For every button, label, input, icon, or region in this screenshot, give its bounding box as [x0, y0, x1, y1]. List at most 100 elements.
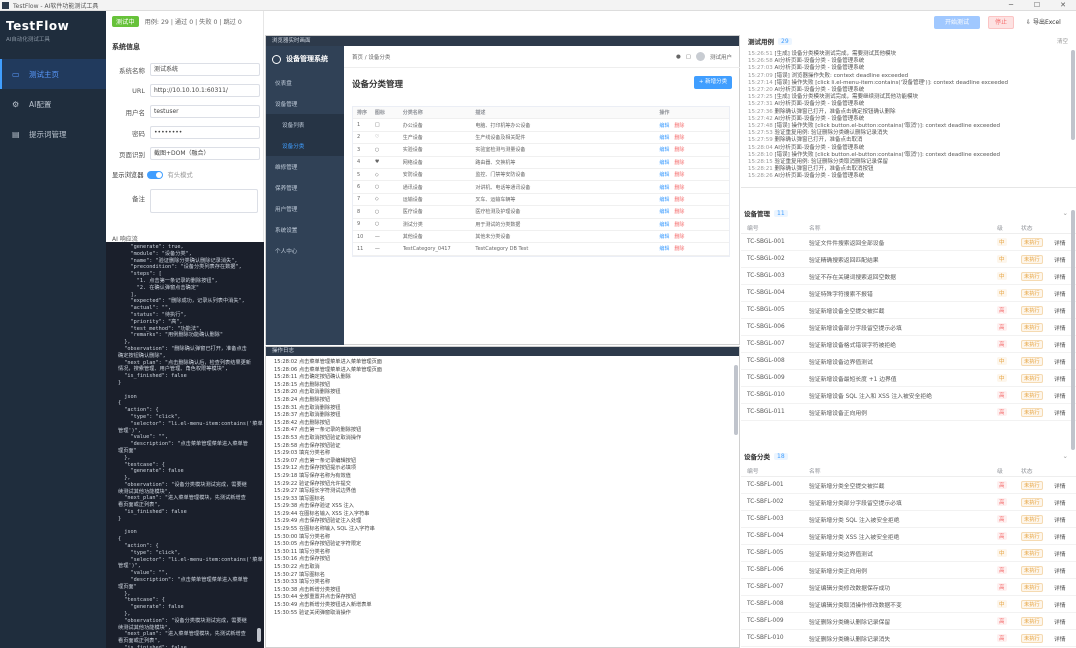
- preview-menu-item[interactable]: 维修管理: [266, 156, 344, 177]
- delete-link[interactable]: 删除: [674, 234, 684, 240]
- show-browser-toggle[interactable]: [147, 170, 164, 179]
- sidebar-item-home[interactable]: ▭ 测试主页: [0, 59, 106, 89]
- table-cell: 其他未分类设备: [475, 234, 511, 241]
- detail-link[interactable]: 详情: [1054, 481, 1074, 490]
- edit-link[interactable]: 编辑: [659, 147, 669, 153]
- edit-link[interactable]: 编辑: [659, 123, 669, 129]
- delete-link[interactable]: 删除: [674, 147, 684, 153]
- table-row[interactable]: TC-SBGL-009 验证新增设备最短长度 +1 边界值中未执行 详情: [741, 370, 1076, 387]
- maximize-button[interactable]: ☐: [1024, 1, 1050, 9]
- table-row[interactable]: TC-SBFL-009 验证删除分类确认删除记录保留 高 未执行 详情: [741, 613, 1076, 630]
- delete-link[interactable]: 删除: [674, 197, 684, 203]
- edit-link[interactable]: 编辑: [659, 197, 669, 203]
- table-row[interactable]: TC-SBGL-011 验证新增设备正向用例高未执行 详情: [741, 404, 1076, 421]
- recognition-mode-select[interactable]: 截图+DOM（融合）: [150, 147, 260, 160]
- preview-menu-item[interactable]: 保养管理: [266, 177, 344, 198]
- status-cell: 未执行: [1021, 548, 1054, 558]
- scrollbar[interactable]: [734, 365, 738, 435]
- export-excel-button[interactable]: ⇩ 导出Excel: [1026, 16, 1072, 29]
- detail-link[interactable]: 详情: [1054, 532, 1074, 541]
- edit-link[interactable]: 编辑: [659, 135, 669, 141]
- table-row[interactable]: TC-SBGL-004 验证特殊字符搜索不报错中未执行 详情: [741, 285, 1076, 302]
- scrollbar[interactable]: [1071, 210, 1075, 450]
- table-row[interactable]: TC-SBFL-006 验证新增分类正向用例 高 未执行 详情: [741, 562, 1076, 579]
- table-row[interactable]: TC-SBGL-006 验证新增设备部分字段留空提示必填高未执行 详情: [741, 319, 1076, 336]
- table-row[interactable]: TC-SBFL-007 验证编辑分类修改数据保存成功 高 未执行 详情: [741, 579, 1076, 596]
- delete-link[interactable]: 删除: [674, 185, 684, 191]
- edit-link[interactable]: 编辑: [659, 185, 669, 191]
- table-row[interactable]: TC-SBGL-010 验证新增设备 SQL 注入和 XSS 注入被安全拒绝 高 未执…: [741, 387, 1076, 404]
- detail-link[interactable]: 详情: [1054, 515, 1074, 524]
- clear-button[interactable]: 清空: [1057, 37, 1068, 45]
- scrollbar[interactable]: [1071, 50, 1075, 140]
- table-row[interactable]: TC-SBGL-005 验证新增设备全空提交被拦截高未执行 详情: [741, 302, 1076, 319]
- scrollbar[interactable]: [257, 628, 261, 642]
- preview-title: 浏览器实时画面: [266, 36, 739, 46]
- section-header[interactable]: 设备管理 11 ⌄: [741, 205, 1076, 221]
- chevron-down-icon[interactable]: ⌄: [1063, 209, 1068, 217]
- detail-link[interactable]: 详情: [1054, 549, 1074, 558]
- close-button[interactable]: ✕: [1050, 1, 1076, 9]
- delete-link[interactable]: 删除: [674, 222, 684, 228]
- system-name-input[interactable]: 测试系统: [150, 63, 260, 76]
- url-input[interactable]: http://10.10.10.1:60311/: [150, 84, 260, 97]
- notes-textarea[interactable]: [150, 189, 258, 213]
- sidebar-item-ai-config[interactable]: ⚙ AI配置: [0, 89, 106, 119]
- minimize-button[interactable]: ─: [998, 1, 1024, 9]
- status-badge: 未执行: [1021, 339, 1043, 349]
- priority-badge: 高: [997, 408, 1007, 416]
- table-row[interactable]: TC-SBGL-003 验证不存在关键词搜索返回空数据中未执行 详情: [741, 268, 1076, 285]
- edit-link[interactable]: 编辑: [659, 234, 669, 240]
- edit-link[interactable]: 编辑: [659, 222, 669, 228]
- preview-menu-item[interactable]: 设备管理: [266, 93, 344, 114]
- preview-menu-item[interactable]: 系统设置: [266, 219, 344, 240]
- preview-menu-item[interactable]: 设备列表: [266, 114, 344, 135]
- section-header[interactable]: 设备分类 18 ⌄: [741, 448, 1076, 464]
- delete-link[interactable]: 删除: [674, 123, 684, 129]
- username-input[interactable]: testuser: [150, 105, 260, 118]
- table-row[interactable]: TC-SBFL-003 验证新增分类 SQL 注入被安全拒绝 高 未执行 详情: [741, 511, 1076, 528]
- preview-menu-item[interactable]: 个人中心: [266, 240, 344, 261]
- password-input[interactable]: ••••••••: [150, 126, 260, 139]
- table-row[interactable]: TC-SBFL-005 验证新增分类边界值测试 中 未执行 详情: [741, 545, 1076, 562]
- table-row[interactable]: TC-SBGL-008 验证新增设备边界值测试中未执行 详情: [741, 353, 1076, 370]
- delete-link[interactable]: 删除: [674, 160, 684, 166]
- table-row[interactable]: TC-SBFL-002 验证新增分类部分字段留空提示必填 高 未执行 详情: [741, 494, 1076, 511]
- table-row[interactable]: TC-SBFL-001 验证新增分类全空提交被拦截 高 未执行 详情: [741, 477, 1076, 494]
- delete-link[interactable]: 删除: [674, 172, 684, 178]
- log-message: 删除确认弹窗已打开，准备点击取消按钮: [774, 166, 874, 173]
- add-category-button[interactable]: + 新增分类: [694, 76, 732, 89]
- preview-menu-item[interactable]: 仪表盘: [266, 72, 344, 93]
- stop-button[interactable]: 停止: [988, 16, 1014, 29]
- preview-menu-item[interactable]: 用户管理: [266, 198, 344, 219]
- edit-link[interactable]: 编辑: [659, 246, 669, 252]
- chevron-down-icon[interactable]: ⌄: [1063, 452, 1068, 460]
- table-row: 5 ◇ 安防设备 监控、门禁等安防设备 编辑 删除: [353, 169, 729, 182]
- table-row[interactable]: TC-SBFL-004 验证新增分类 XSS 注入被安全拒绝 高 未执行 详情: [741, 528, 1076, 545]
- delete-link[interactable]: 删除: [674, 246, 684, 252]
- detail-link[interactable]: 详情: [1054, 634, 1074, 643]
- delete-link[interactable]: 删除: [674, 135, 684, 141]
- detail-link[interactable]: 详情: [1054, 600, 1074, 609]
- detail-link[interactable]: 详情: [1054, 617, 1074, 626]
- detail-link[interactable]: 详情: [1054, 566, 1074, 575]
- detail-link[interactable]: 详情: [1054, 498, 1074, 507]
- detail-link[interactable]: 详情: [1054, 583, 1074, 592]
- log-timestamp: 15:27:31: [748, 101, 775, 108]
- table-row[interactable]: TC-SBGL-001 验证文件件搜索返回全部设备中未执行 详情: [741, 234, 1076, 251]
- edit-link[interactable]: 编辑: [659, 172, 669, 178]
- case-id: TC-SBGL-006: [747, 324, 785, 330]
- table-row[interactable]: TC-SBFL-010 验证删除分类确认删除记录消失 高 未执行 详情: [741, 630, 1076, 647]
- status-cell: 未执行: [1021, 237, 1054, 247]
- table-row[interactable]: TC-SBGL-007 验证新增设备格式错误字符被拒绝高未执行 详情: [741, 336, 1076, 353]
- delete-link[interactable]: 删除: [674, 209, 684, 215]
- sidebar-item-prompts[interactable]: ▤ 提示词管理: [0, 119, 106, 149]
- start-test-button[interactable]: 开始测试: [934, 16, 980, 29]
- table-row[interactable]: TC-SBGL-002 验证精确搜索返回匹配结果中未执行 详情: [741, 251, 1076, 268]
- preview-menu-item[interactable]: 设备分类: [266, 135, 344, 156]
- table-cell: 叉车、运输车辆等: [475, 196, 516, 203]
- priority-badge: 高: [997, 391, 1007, 399]
- table-row[interactable]: TC-SBFL-008 验证编辑分类取消操作修改数据不变 中 未执行 详情: [741, 596, 1076, 613]
- edit-link[interactable]: 编辑: [659, 160, 669, 166]
- edit-link[interactable]: 编辑: [659, 209, 669, 215]
